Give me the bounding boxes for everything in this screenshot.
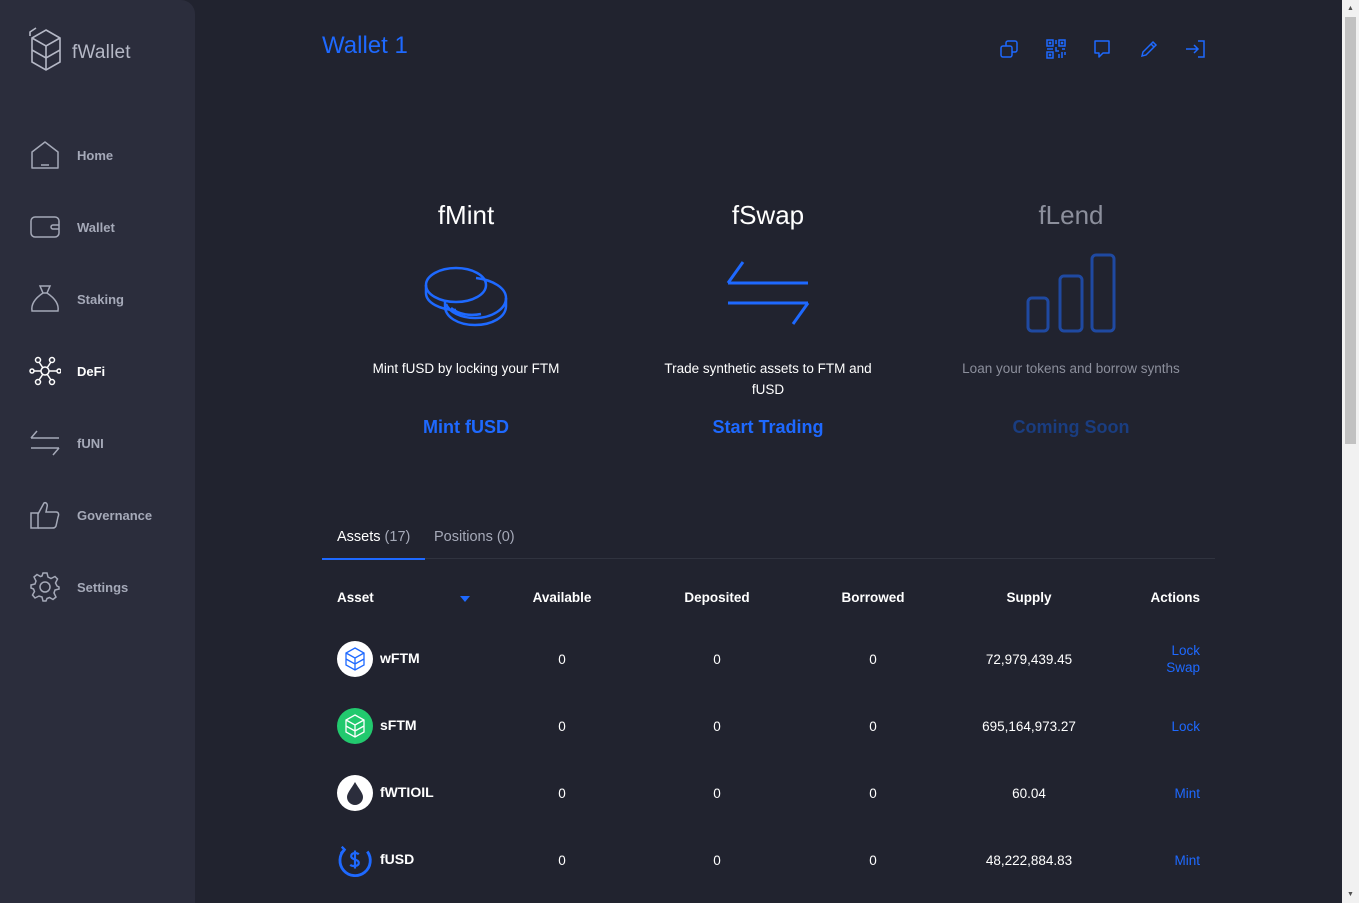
deposited-value: 0 — [713, 786, 721, 801]
swap-action[interactable]: Swap — [1166, 660, 1200, 675]
col-borrowed: Borrowed — [841, 590, 905, 605]
home-icon — [29, 139, 61, 171]
borrowed-value: 0 — [869, 786, 877, 801]
sidebar: fWallet Home Wallet Staking DeFi fUNI Go… — [0, 0, 195, 903]
wallet-icon — [29, 211, 61, 243]
available-value: 0 — [558, 719, 566, 734]
tab-count: (0) — [496, 529, 515, 545]
app-name: fWallet — [72, 41, 131, 63]
scroll-up-icon[interactable]: ▲ — [1342, 0, 1359, 17]
tab-positions[interactable]: Positions (0) — [419, 529, 530, 558]
flend-card: fLend Loan your tokens and borrow synths… — [951, 200, 1191, 438]
col-supply: Supply — [1006, 590, 1052, 605]
scroll-down-icon[interactable]: ▼ — [1342, 886, 1359, 903]
start-trading-link[interactable]: Start Trading — [648, 417, 888, 438]
header-actions — [997, 37, 1230, 61]
qr-code-icon[interactable] — [1044, 37, 1068, 61]
available-value: 0 — [558, 853, 566, 868]
page-scrollbar[interactable]: ▲ ▼ — [1342, 0, 1359, 903]
sftm-token-icon — [337, 708, 373, 744]
nav-item-governance[interactable]: Governance — [29, 497, 152, 533]
coins-icon — [346, 248, 586, 338]
page-title: Wallet 1 — [322, 32, 408, 59]
oil-drop-icon — [337, 775, 373, 811]
scroll-thumb[interactable] — [1345, 17, 1356, 444]
borrowed-value: 0 — [869, 853, 877, 868]
mint-action[interactable]: Mint — [1174, 786, 1200, 801]
card-title: fLend — [1038, 200, 1104, 230]
fswap-card: fSwap Trade synthetic assets to FTM and … — [648, 200, 888, 438]
nav-item-settings[interactable]: Settings — [29, 569, 128, 605]
nav-item-staking[interactable]: Staking — [29, 281, 124, 317]
ledger-icon[interactable] — [1090, 37, 1114, 61]
card-title: fSwap — [731, 200, 805, 230]
card-description: Loan your tokens and borrow synths — [962, 361, 1180, 376]
edit-pencil-icon[interactable] — [1137, 37, 1161, 61]
lock-action[interactable]: Lock — [1171, 719, 1200, 734]
col-available: Available — [532, 590, 592, 605]
gear-icon — [29, 571, 61, 603]
tab-label: Positions — [434, 529, 493, 545]
table-row: fUSD 0 0 0 48,222,884.83 Mint — [322, 842, 1215, 902]
fantom-logo-icon — [28, 26, 64, 79]
thumbs-up-icon — [29, 499, 61, 531]
asset-name: fUSD — [380, 851, 415, 867]
nav-label-staking: Staking — [77, 291, 124, 307]
nav-label-home: Home — [77, 147, 114, 163]
tab-label: Assets — [337, 529, 381, 545]
card-description: Mint fUSD by locking your FTM — [372, 361, 560, 376]
nav-label-defi: DeFi — [77, 363, 106, 379]
supply-value: 48,222,884.83 — [985, 853, 1073, 868]
table-row: fWTIOIL 0 0 0 60.04 Mint — [322, 775, 1215, 835]
logo[interactable]: fWallet — [28, 26, 131, 79]
asset-name: fWTIOIL — [380, 784, 434, 800]
mint-action[interactable]: Mint — [1174, 853, 1200, 868]
nav-label-governance: Governance — [77, 507, 153, 523]
supply-value: 60.04 — [1012, 786, 1046, 801]
bar-chart-icon — [951, 248, 1191, 338]
deposited-value: 0 — [713, 719, 721, 734]
card-description: Trade synthetic assets to FTM and fUSD — [664, 361, 872, 397]
borrowed-value: 0 — [869, 719, 877, 734]
fmint-card: fMint Mint fUSD by locking your FTM Mint… — [346, 200, 586, 438]
coming-soon-link: Coming Soon — [1012, 417, 1130, 437]
deposited-value: 0 — [713, 652, 721, 667]
supply-value: 695,164,973.27 — [982, 719, 1076, 734]
wftm-token-icon — [337, 641, 373, 677]
swap-arrows-icon — [29, 427, 61, 459]
col-actions: Actions — [1150, 590, 1200, 605]
copy-icon[interactable] — [997, 37, 1021, 61]
lock-action[interactable]: Lock — [1171, 643, 1200, 658]
supply-value: 72,979,439.45 — [985, 652, 1073, 667]
nav-label-funi: fUNI — [77, 435, 104, 451]
nav-item-defi[interactable]: DeFi — [29, 353, 105, 389]
defi-network-icon — [29, 355, 61, 387]
nav-item-home[interactable]: Home — [29, 137, 113, 173]
card-title: fMint — [437, 200, 495, 230]
logout-icon[interactable] — [1183, 37, 1207, 61]
available-value: 0 — [558, 786, 566, 801]
col-deposited: Deposited — [684, 590, 750, 605]
swap-arrows-icon — [648, 248, 888, 338]
tab-count: (17) — [384, 529, 411, 545]
sort-desc-icon[interactable] — [460, 596, 470, 602]
fusd-token-icon — [337, 842, 373, 878]
asset-name: wFTM — [380, 650, 420, 666]
tabs: Assets (17) Positions (0) — [322, 522, 1215, 560]
deposited-value: 0 — [713, 853, 721, 868]
nav-label-wallet: Wallet — [77, 219, 115, 235]
table-row: wFTM 0 0 0 72,979,439.45 Lock Swap — [322, 641, 1215, 701]
nav-label-settings: Settings — [77, 579, 129, 595]
col-asset[interactable]: Asset — [337, 590, 374, 605]
available-value: 0 — [558, 652, 566, 667]
staking-bag-icon — [29, 283, 61, 315]
asset-name: sFTM — [380, 717, 417, 733]
nav-item-funi[interactable]: fUNI — [29, 425, 104, 461]
table-row: sFTM 0 0 0 695,164,973.27 Lock — [322, 708, 1215, 768]
borrowed-value: 0 — [869, 652, 877, 667]
mint-fusd-link[interactable]: Mint fUSD — [346, 417, 586, 438]
nav-item-wallet[interactable]: Wallet — [29, 209, 115, 245]
tab-assets[interactable]: Assets (17) — [322, 529, 426, 560]
table-header: Asset Available Deposited Borrowed Suppl… — [322, 590, 1215, 610]
